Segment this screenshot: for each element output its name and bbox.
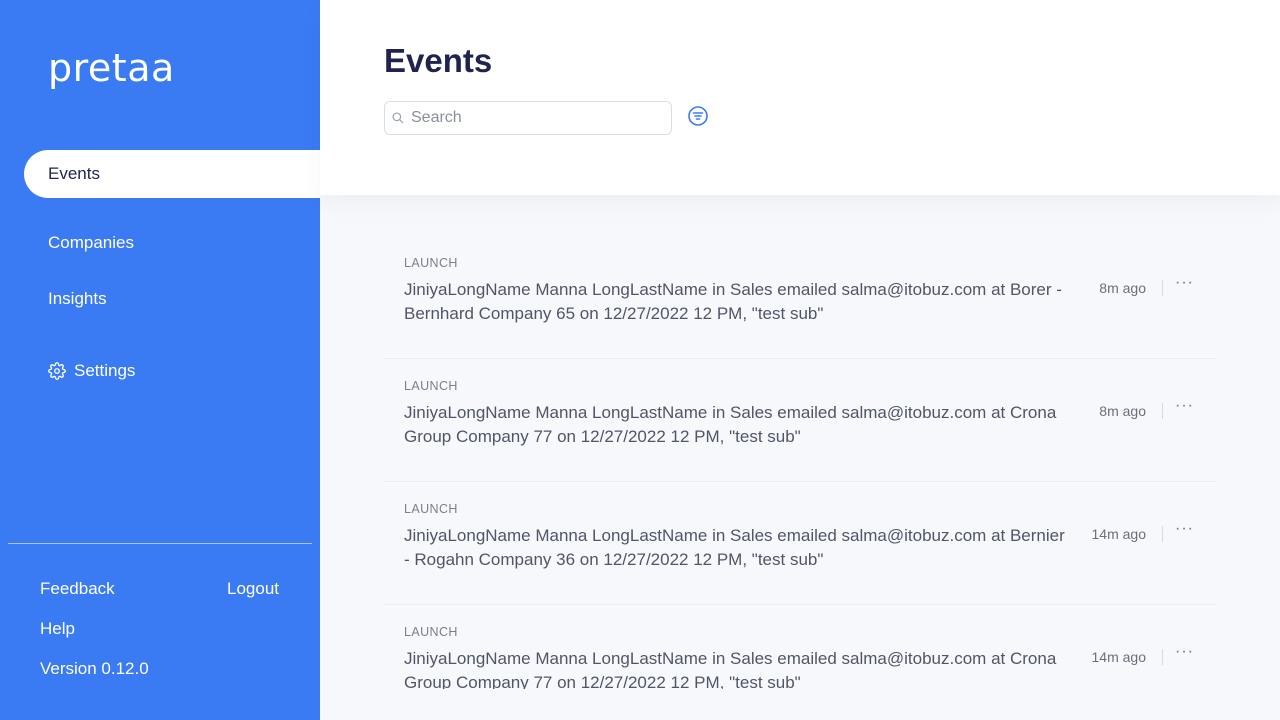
event-item[interactable]: LAUNCH JiniyaLongName Manna LongLastName… (384, 359, 1216, 482)
event-time: 8m ago (1099, 403, 1146, 419)
feedback-link[interactable]: Feedback (40, 579, 115, 599)
nav-item-label: Settings (74, 361, 136, 380)
event-description: JiniyaLongName Manna LongLastName in Sal… (404, 526, 1065, 569)
help-link[interactable]: Help (40, 619, 75, 639)
events-list: LAUNCH JiniyaLongName Manna LongLastName… (384, 236, 1216, 689)
nav-item-settings[interactable]: Settings (24, 347, 320, 395)
more-icon[interactable]: ··· (1175, 520, 1194, 538)
page-header: Events (320, 0, 1280, 195)
gear-icon (48, 362, 66, 380)
event-separator (1162, 403, 1163, 419)
filter-icon[interactable] (686, 104, 710, 128)
event-time: 8m ago (1099, 280, 1146, 296)
nav-item-label: Events (48, 164, 100, 183)
nav-item-events[interactable]: Events (24, 150, 320, 198)
event-description: JiniyaLongName Manna LongLastName in Sal… (404, 649, 1057, 689)
nav-item-companies[interactable]: Companies (24, 219, 320, 267)
search-box[interactable] (384, 101, 672, 135)
event-time: 14m ago (1091, 649, 1146, 665)
event-separator (1162, 280, 1163, 296)
more-icon[interactable]: ··· (1175, 643, 1194, 661)
event-category: LAUNCH (404, 379, 458, 393)
event-item[interactable]: LAUNCH JiniyaLongName Manna LongLastName… (384, 482, 1216, 605)
version-label: Version 0.12.0 (40, 659, 149, 678)
event-time: 14m ago (1091, 526, 1146, 542)
sidebar-divider (8, 543, 312, 544)
sidebar: pretaa Events Companies Insights Setting… (0, 0, 320, 720)
page-title: Events (384, 42, 493, 79)
event-description: JiniyaLongName Manna LongLastName in Sal… (404, 280, 1062, 323)
more-icon[interactable]: ··· (1175, 397, 1194, 415)
event-category: LAUNCH (404, 256, 458, 270)
logout-link[interactable]: Logout (227, 579, 279, 599)
search-icon (391, 111, 405, 125)
event-separator (1162, 526, 1163, 542)
nav-item-label: Insights (48, 289, 107, 308)
event-category: LAUNCH (404, 502, 458, 516)
nav-item-label: Companies (48, 233, 134, 252)
search-input[interactable] (411, 109, 661, 127)
event-item[interactable]: LAUNCH JiniyaLongName Manna LongLastName… (384, 236, 1216, 359)
more-icon[interactable]: ··· (1175, 274, 1194, 292)
event-separator (1162, 649, 1163, 665)
pretaa-logo[interactable]: pretaa (48, 46, 175, 90)
event-description: JiniyaLongName Manna LongLastName in Sal… (404, 403, 1057, 446)
nav-item-insights[interactable]: Insights (24, 275, 320, 323)
event-item[interactable]: LAUNCH JiniyaLongName Manna LongLastName… (384, 605, 1216, 689)
event-category: LAUNCH (404, 625, 458, 639)
